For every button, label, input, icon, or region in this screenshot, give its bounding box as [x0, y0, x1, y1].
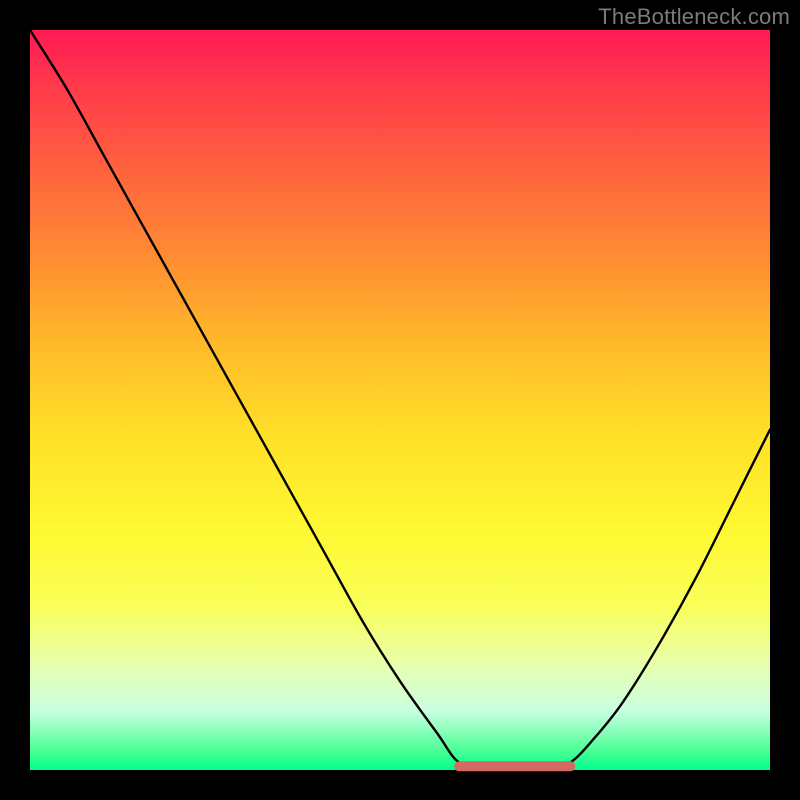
bottleneck-curve-path [30, 30, 770, 771]
curve-svg [30, 30, 770, 770]
plot-area [30, 30, 770, 770]
chart-frame: TheBottleneck.com [0, 0, 800, 800]
watermark-text: TheBottleneck.com [598, 4, 790, 30]
